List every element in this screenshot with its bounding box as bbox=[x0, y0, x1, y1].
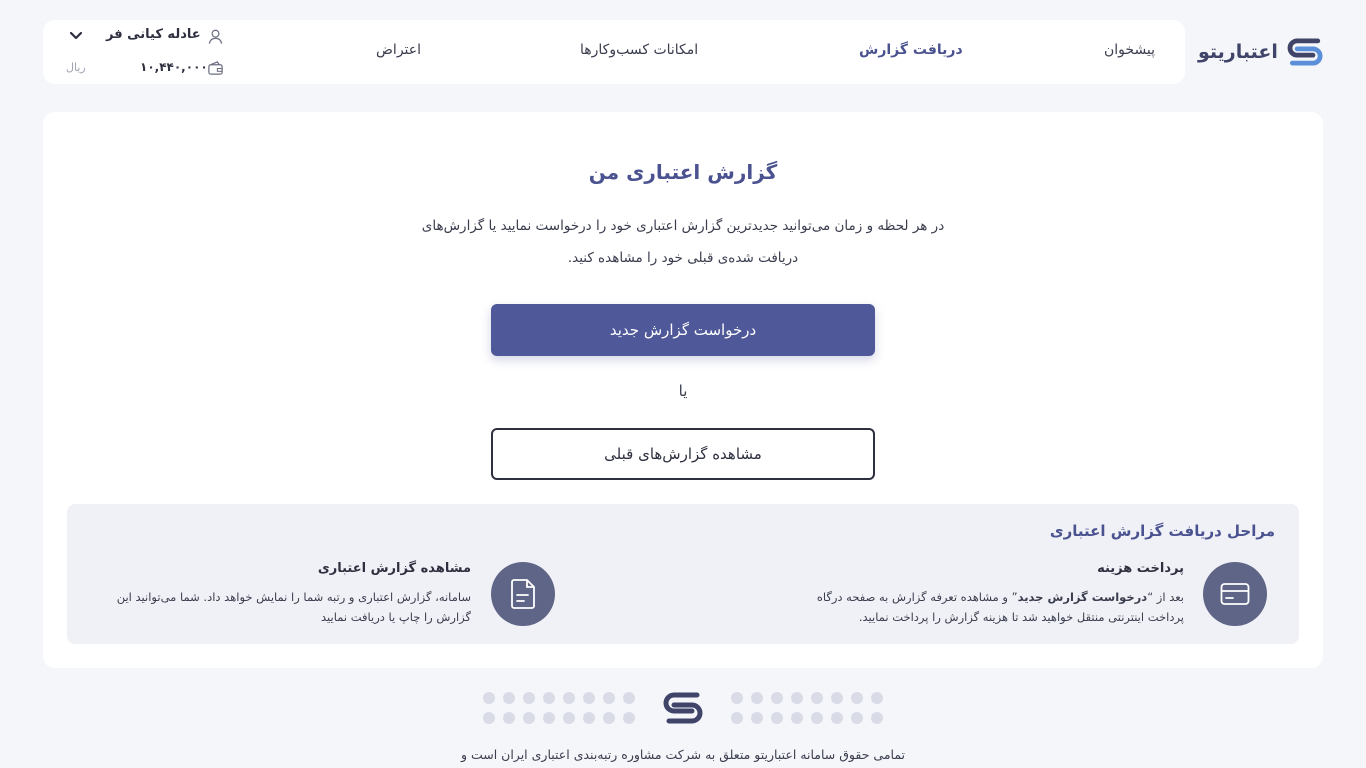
nav-objection[interactable]: اعتراض bbox=[376, 42, 421, 58]
nav-get-report[interactable]: دریافت گزارش bbox=[859, 42, 963, 58]
logo-mark-icon bbox=[1287, 38, 1323, 66]
view-report-step-icon bbox=[491, 562, 555, 626]
view-previous-reports-button[interactable]: مشاهده گزارش‌های قبلی bbox=[491, 428, 875, 480]
footer-dots-left bbox=[483, 692, 643, 724]
brand-name: اعتباریتو bbox=[1198, 41, 1278, 63]
currency-label: ریال bbox=[66, 61, 86, 74]
nav-dashboard[interactable]: پیشخوان bbox=[1104, 42, 1155, 58]
nav-business-features[interactable]: امکانات کسب‌وکارها bbox=[580, 42, 698, 58]
user-icon bbox=[208, 29, 223, 44]
brand-logo[interactable]: اعتباریتو bbox=[1198, 30, 1324, 74]
footer-logo-icon bbox=[663, 692, 703, 724]
payment-step-icon bbox=[1203, 562, 1267, 626]
user-name[interactable]: عادله کیانی فر bbox=[106, 27, 201, 42]
steps-title: مراحل دریافت گزارش اعتباری bbox=[1049, 522, 1275, 540]
card-icon bbox=[1220, 583, 1250, 605]
or-separator: یا bbox=[678, 382, 688, 400]
step-view-report-title: مشاهده گزارش اعتباری bbox=[317, 561, 471, 576]
footer-copyright: تمامی حقوق سامانه اعتباریتو متعلق به شرک… bbox=[460, 747, 906, 762]
request-new-report-button[interactable]: درخواست گزارش جدید bbox=[491, 304, 875, 356]
footer-dots-right bbox=[731, 692, 891, 724]
page-description: در هر لحظه و زمان می‌توانید جدیدترین گزا… bbox=[421, 218, 945, 266]
chevron-down-icon[interactable] bbox=[68, 30, 84, 42]
page-title: گزارش اعتباری من bbox=[588, 160, 778, 184]
wallet-balance: ۱۰,۴۴۰,۰۰۰ bbox=[140, 60, 208, 74]
wallet-icon bbox=[208, 61, 223, 75]
step-payment-description: بعد از “درخواست گزارش جدید” و مشاهده تعر… bbox=[816, 590, 1184, 624]
document-icon bbox=[511, 579, 535, 609]
step-view-report-description: سامانه، گزارش اعتباری و رتبه شما را نمای… bbox=[116, 590, 471, 624]
step-payment-title: پرداخت هزینه bbox=[1097, 561, 1184, 576]
